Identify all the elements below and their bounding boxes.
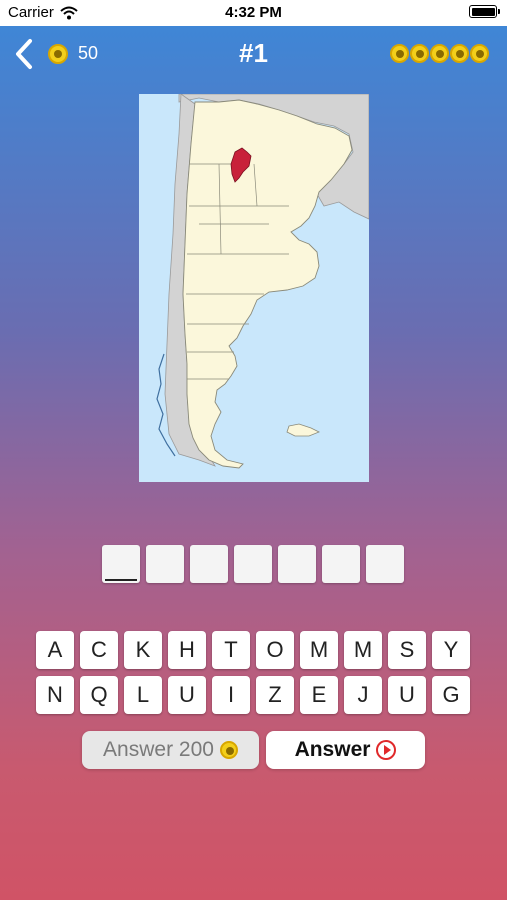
letter-keyboard: ACKHTOMMSY NQLUIZEJUG — [36, 631, 472, 721]
clock: 4:32 PM — [225, 4, 282, 21]
letter-key[interactable]: Y — [432, 631, 470, 669]
letter-key[interactable]: G — [432, 676, 470, 714]
answer-label: Answer — [294, 738, 371, 761]
keyboard-row-2: NQLUIZEJUG — [36, 676, 472, 714]
letter-key[interactable]: S — [388, 631, 426, 669]
hint-coin-icon — [390, 44, 409, 63]
action-buttons: Answer 200 Answer — [82, 731, 425, 769]
watch-video-answer-button[interactable]: Answer — [266, 731, 425, 769]
play-video-icon — [376, 740, 397, 760]
buy-answer-button[interactable]: Answer 200 — [82, 731, 259, 769]
coin-icon — [219, 741, 238, 759]
letter-key[interactable]: K — [124, 631, 162, 669]
letter-key[interactable]: J — [344, 676, 382, 714]
answer-slot[interactable] — [322, 545, 360, 583]
hint-coins[interactable] — [390, 44, 489, 63]
hint-coin-icon — [470, 44, 489, 63]
hint-coin-icon — [410, 44, 429, 63]
answer-slot[interactable] — [102, 545, 140, 583]
answer-slot[interactable] — [366, 545, 404, 583]
hint-coin-icon — [450, 44, 469, 63]
letter-key[interactable]: U — [388, 676, 426, 714]
letter-key[interactable]: M — [300, 631, 338, 669]
province-map — [139, 94, 369, 482]
letter-key[interactable]: O — [256, 631, 294, 669]
nav-bar: 50 #1 — [0, 26, 507, 82]
letter-key[interactable]: Z — [256, 676, 294, 714]
answer-slots — [102, 545, 404, 583]
letter-key[interactable]: I — [212, 676, 250, 714]
game-screen: 50 #1 ACKHTOMMSY NQLUIZEJUG Answer 200 A… — [0, 26, 507, 900]
answer-slot[interactable] — [278, 545, 316, 583]
answer-slot[interactable] — [190, 545, 228, 583]
letter-key[interactable]: E — [300, 676, 338, 714]
buy-answer-label: Answer 200 — [103, 738, 214, 761]
letter-key[interactable]: N — [36, 676, 74, 714]
letter-key[interactable]: Q — [80, 676, 118, 714]
letter-key[interactable]: H — [168, 631, 206, 669]
status-bar: Carrier 4:32 PM — [0, 0, 507, 26]
letter-key[interactable]: M — [344, 631, 382, 669]
letter-key[interactable]: L — [124, 676, 162, 714]
letter-key[interactable]: A — [36, 631, 74, 669]
answer-slot[interactable] — [146, 545, 184, 583]
answer-slot[interactable] — [234, 545, 272, 583]
hint-coin-icon — [430, 44, 449, 63]
letter-key[interactable]: T — [212, 631, 250, 669]
battery-icon — [469, 5, 500, 18]
letter-key[interactable]: C — [80, 631, 118, 669]
keyboard-row-1: ACKHTOMMSY — [36, 631, 472, 669]
letter-key[interactable]: U — [168, 676, 206, 714]
argentina-map-image — [139, 94, 369, 482]
